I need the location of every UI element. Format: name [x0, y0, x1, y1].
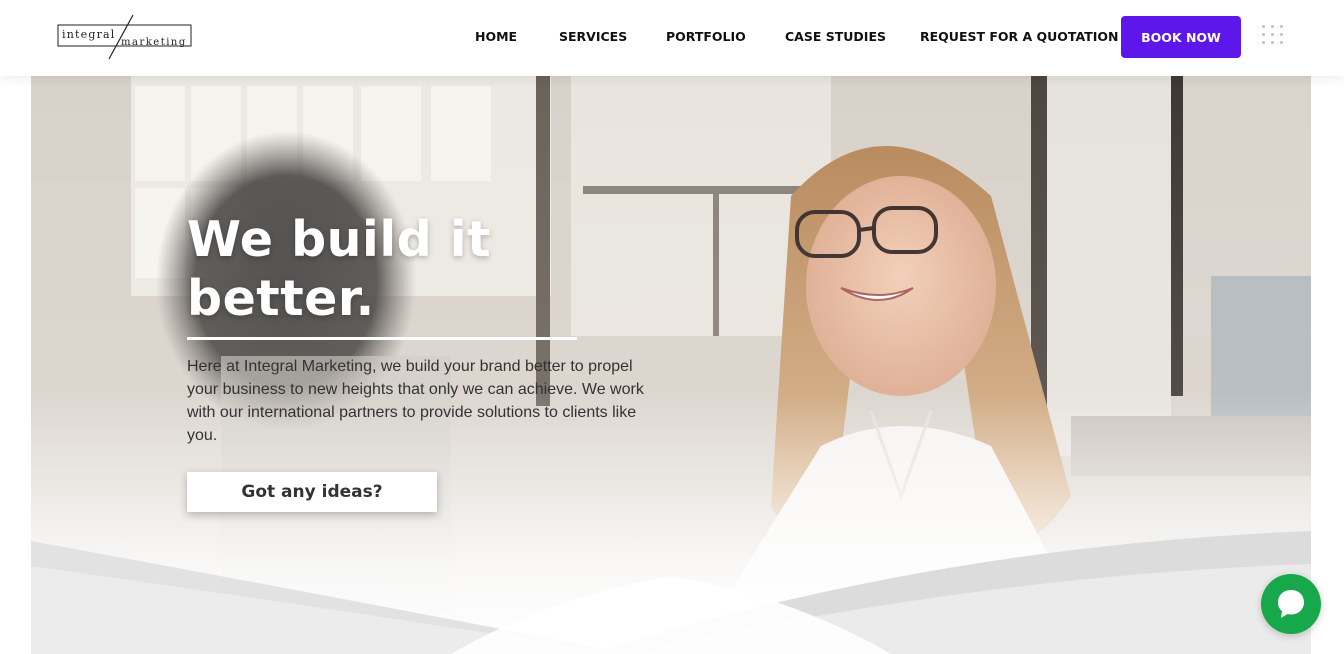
- hero-title: We build it better.: [187, 211, 491, 327]
- brand-logo[interactable]: integral marketing: [57, 14, 193, 60]
- book-now-button[interactable]: BOOK NOW: [1121, 16, 1241, 58]
- logo-word-integral: integral: [62, 28, 116, 41]
- site-header: integral marketing HOME SERVICES PORTFOL…: [0, 0, 1344, 76]
- logo-word-marketing: marketing: [121, 37, 187, 48]
- hero-divider: [187, 337, 577, 340]
- got-ideas-button[interactable]: Got any ideas?: [187, 472, 437, 512]
- logo-mark: integral marketing: [57, 14, 192, 60]
- chat-button[interactable]: [1261, 574, 1321, 634]
- hero-section: We build it better. Here at Integral Mar…: [31, 76, 1311, 654]
- nav-portfolio[interactable]: PORTFOLIO: [666, 29, 746, 44]
- nav-case-studies[interactable]: CASE STUDIES: [785, 29, 886, 44]
- chat-bubble-icon: [1278, 590, 1304, 618]
- nav-request-quotation[interactable]: REQUEST FOR A QUOTATION: [920, 29, 1118, 44]
- hero-description: Here at Integral Marketing, we build you…: [187, 358, 644, 444]
- nav-home[interactable]: HOME: [475, 29, 517, 44]
- nav-services[interactable]: SERVICES: [559, 29, 627, 44]
- grid-dots-icon[interactable]: [1262, 25, 1284, 47]
